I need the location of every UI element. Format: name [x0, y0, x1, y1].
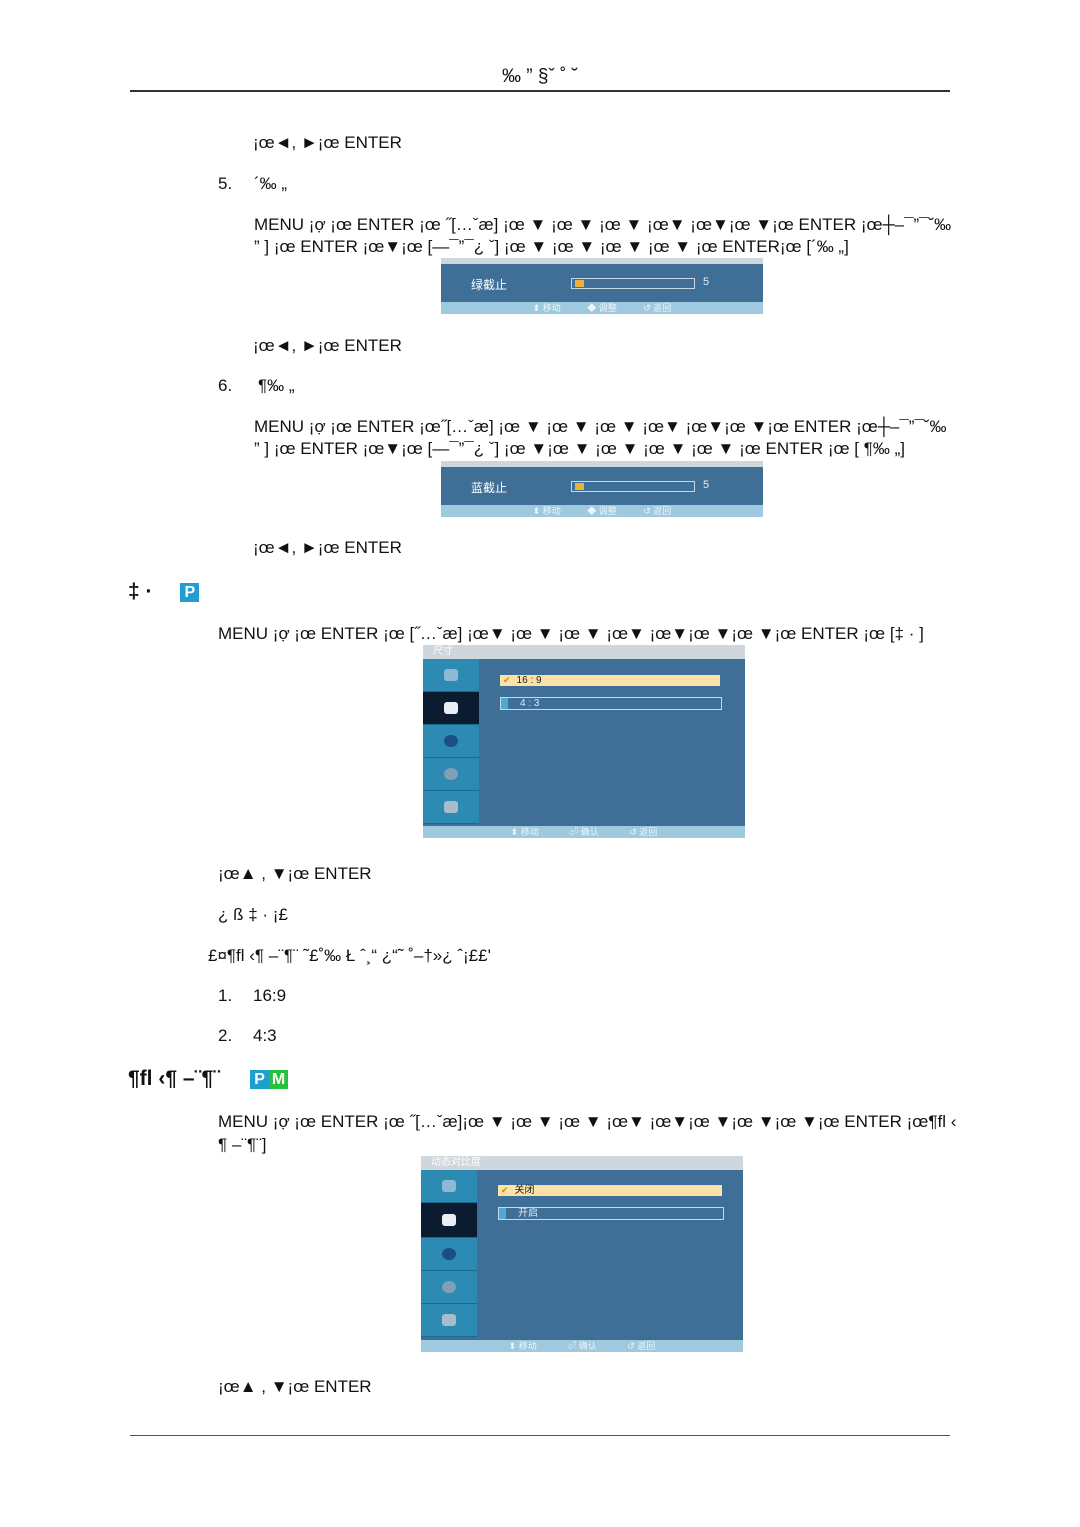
osd-slider-fill [575, 280, 584, 287]
header-rule [130, 90, 950, 92]
osd-sidebar [421, 1170, 477, 1337]
option-label: 4 : 3 [520, 698, 540, 709]
move-hint: ⬍ 移动 [532, 506, 561, 516]
instruction-line: ” ] ¡œ ENTER ¡œ▼¡œ [—¯”¯¿ ˇ] ¡œ ▼ ¡œ ▼ ¡… [254, 237, 849, 256]
item-title: ´‰ „ [254, 174, 288, 193]
multi-screen-icon [444, 801, 458, 813]
picture-icon [442, 1214, 456, 1226]
option-off[interactable]: ✔ 关闭 [498, 1185, 722, 1196]
sidebar-item-multi[interactable] [421, 1304, 477, 1337]
heading-text: ‡ · [128, 580, 153, 603]
item-number: 5. [218, 174, 233, 193]
osd-green-cutoff: 绿截止 5 ⬍ 移动 ◆ 调整 ↺ 返回 [441, 258, 763, 314]
return-hint: ↺ 返回 [643, 506, 672, 516]
osd-dynamic-contrast-menu: 动态对比度 ✔ 关闭 开启 ⬍ 移动 ⏎ 确认 ↺ 返回 [421, 1156, 743, 1352]
note-text: £¤¶ﬂ ‹¶ –¨¶¨ ˜£˚‰ Ł ˆ¸“ ¿“˜ ˚–†»¿ ˆ¡££' [208, 946, 491, 965]
sidebar-item-sound[interactable] [423, 725, 479, 758]
instruction-line: ” ] ¡œ ENTER ¡œ▼¡œ [—¯”¯¿ ˇ] ¡œ ▼¡œ ▼ ¡œ… [254, 439, 905, 458]
list-item-16-9: 16:9 [253, 986, 287, 1005]
check-icon: ✔ [501, 1185, 509, 1195]
footer-rule [130, 1435, 950, 1436]
mode-p-badge: P [180, 582, 200, 602]
option-label: 开启 [518, 1208, 538, 1219]
setup-gear-icon [442, 1281, 456, 1293]
osd-blue-cutoff: 蓝截止 5 ⬍ 移动 ◆ 调整 ↺ 返回 [441, 461, 763, 517]
mode-m-badge: M [269, 1069, 289, 1089]
move-hint: ⬍ 移动 [508, 1341, 537, 1351]
section-heading-dynamic-contrast: ¶ﬂ ‹¶ –¨¶¨ PM [128, 1067, 289, 1091]
instruction-line: ¶ –¨¶¨] [218, 1135, 267, 1154]
satellite-dish-icon [442, 1180, 456, 1192]
sidebar-item-sound[interactable] [421, 1238, 477, 1271]
sidebar-item-input[interactable] [421, 1170, 477, 1203]
instruction-line: MENU ¡ợ ¡œ ENTER ¡œ ˝[…ˇæ] ¡œ ▼ ¡œ ▼ ¡œ … [254, 215, 952, 234]
sidebar-item-setup[interactable] [421, 1271, 477, 1304]
option-marker [499, 1208, 506, 1219]
instruction-line: MENU ¡ợ ¡œ ENTER ¡œ [˝…ˇæ] ¡œ▼ ¡œ ▼ ¡œ ▼… [218, 624, 924, 643]
move-hint: ⬍ 移动 [510, 827, 539, 837]
osd-slider-track[interactable] [571, 481, 695, 492]
nav-hint: ¡œ◄, ►¡œ ENTER [253, 133, 402, 152]
list-number: 2. [218, 1026, 233, 1045]
osd-slider-value: 5 [703, 276, 710, 288]
item-title: ¶‰ „ [258, 376, 295, 395]
page-header-title: ‰ ” §ˇ ˚ ˘ [502, 66, 578, 87]
adjust-hint: ◆ 调整 [587, 506, 617, 516]
heading-text: ¶ﬂ ‹¶ –¨¶¨ [128, 1067, 221, 1090]
osd-slider-fill [575, 483, 584, 490]
picture-icon [444, 702, 458, 714]
osd-footer: ⬍ 移动 ⏎ 确认 ↺ 返回 [423, 826, 745, 838]
sidebar-item-setup[interactable] [423, 758, 479, 791]
confirm-hint: ⏎ 确认 [569, 827, 599, 837]
osd-menu-title: 尺寸 [423, 645, 745, 659]
list-number: 1. [218, 986, 233, 1005]
option-label: 16 : 9 [516, 675, 542, 686]
osd-footer: ⬍ 移动 ◆ 调整 ↺ 返回 [441, 302, 763, 314]
osd-slider-label: 绿截止 [471, 278, 508, 292]
osd-footer: ⬍ 移动 ◆ 调整 ↺ 返回 [441, 505, 763, 517]
adjust-hint: ◆ 调整 [587, 303, 617, 313]
nav-hint: ¡œ▲ , ▼¡œ ENTER [218, 864, 372, 883]
confirm-hint: ⏎ 确认 [567, 1341, 597, 1351]
sidebar-item-multi[interactable] [423, 791, 479, 824]
setup-gear-icon [444, 768, 458, 780]
osd-sidebar [423, 659, 479, 824]
instruction-line: MENU ¡ợ ¡œ ENTER ¡œ ˝[…ˇæ]¡œ ▼ ¡œ ▼ ¡œ ▼… [218, 1112, 957, 1131]
note-text: ¿ ß ‡ · ¡£ [218, 905, 288, 924]
osd-size-menu: 尺寸 ✔ 16 : 9 4 : 3 ⬍ 移动 ⏎ 确认 ↺ 返回 [423, 645, 745, 838]
option-on[interactable]: 开启 [498, 1207, 724, 1220]
sidebar-item-picture[interactable] [421, 1203, 477, 1238]
option-label: 关闭 [514, 1185, 535, 1196]
osd-slider-track[interactable] [571, 278, 695, 289]
sidebar-item-picture[interactable] [423, 692, 479, 725]
osd-slider-label: 蓝截止 [471, 481, 508, 495]
instruction-line: MENU ¡ợ ¡œ ENTER ¡œ˝[…ˇæ] ¡œ ▼ ¡œ ▼ ¡œ ▼… [254, 417, 947, 436]
mode-p-badge: P [250, 1069, 270, 1089]
sidebar-item-input[interactable] [423, 659, 479, 692]
return-hint: ↺ 返回 [643, 303, 672, 313]
nav-hint: ¡œ◄, ►¡œ ENTER [253, 538, 402, 557]
osd-footer: ⬍ 移动 ⏎ 确认 ↺ 返回 [421, 1340, 743, 1352]
return-hint: ↺ 返回 [629, 827, 658, 837]
multi-screen-icon [442, 1314, 456, 1326]
option-16-9[interactable]: ✔ 16 : 9 [500, 675, 720, 686]
check-icon: ✔ [503, 675, 511, 685]
item-number: 6. [218, 376, 233, 395]
sound-icon [444, 735, 458, 747]
list-item-4-3: 4:3 [253, 1026, 277, 1045]
move-hint: ⬍ 移动 [532, 303, 561, 313]
osd-menu-title: 动态对比度 [421, 1156, 743, 1170]
section-heading-size: ‡ · P [128, 580, 200, 604]
nav-hint: ¡œ◄, ►¡œ ENTER [253, 336, 402, 355]
sound-icon [442, 1248, 456, 1260]
osd-slider-value: 5 [703, 479, 710, 491]
satellite-dish-icon [444, 669, 458, 681]
option-marker [501, 698, 508, 709]
return-hint: ↺ 返回 [627, 1341, 656, 1351]
option-4-3[interactable]: 4 : 3 [500, 697, 722, 710]
nav-hint: ¡œ▲ , ▼¡œ ENTER [218, 1377, 372, 1396]
